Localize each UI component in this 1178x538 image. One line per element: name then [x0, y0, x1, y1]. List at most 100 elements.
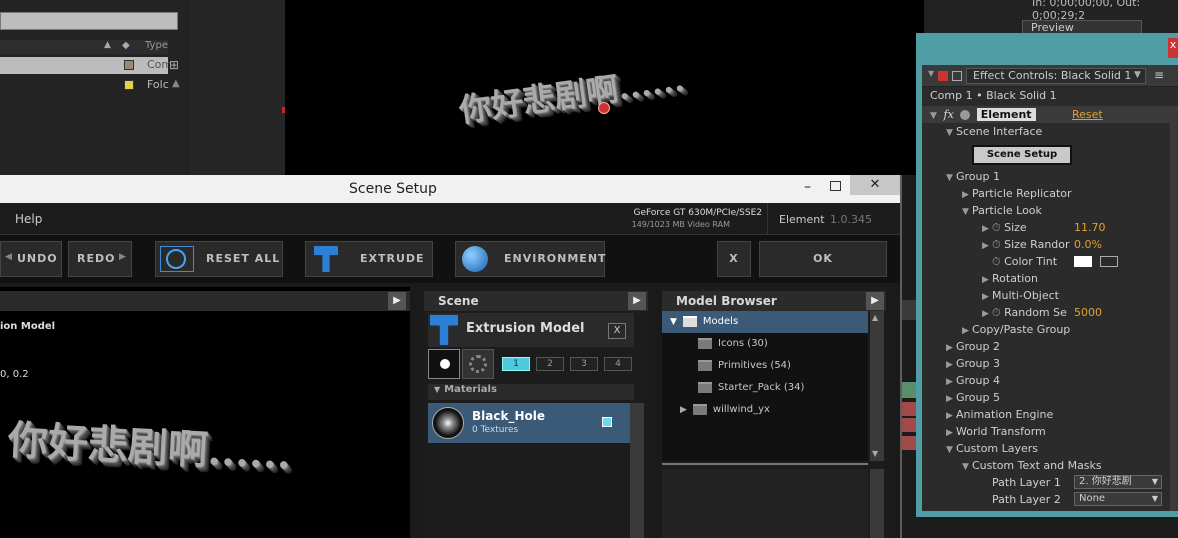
custom-layers-row[interactable]: ▼ Custom Layers — [922, 440, 1178, 457]
thumbnail-scrollbar[interactable] — [870, 469, 884, 538]
model-browser-header: Model Browser ▶ — [662, 291, 886, 311]
group4-row[interactable]: ▶ Group 4 — [922, 372, 1178, 389]
minimize-button[interactable]: – — [804, 179, 811, 195]
animation-engine-row[interactable]: ▶ Animation Engine — [922, 406, 1178, 423]
project-row-comp[interactable]: Com — [0, 57, 172, 74]
tab-effect-controls[interactable]: Effect Controls: Black Solid 1 — [966, 68, 1146, 84]
effect-row-element[interactable]: ▼ fx Element Reset — [922, 106, 1178, 123]
group3-row[interactable]: ▶ Group 3 — [922, 355, 1178, 372]
size-random-value[interactable]: 0.0% — [1074, 236, 1102, 253]
expand-arrow-icon[interactable]: ▶ — [388, 292, 406, 310]
scene-scrollbar[interactable] — [630, 403, 644, 538]
collapse-icon: ▼ — [670, 317, 677, 327]
stopwatch-icon[interactable]: ⏱ — [992, 306, 1001, 319]
size-random-row[interactable]: ▶ ⏱ Size Randor 0.0% — [922, 236, 1178, 253]
stopwatch-icon[interactable]: ⏱ — [992, 221, 1001, 234]
null-anchor-icon[interactable] — [598, 102, 610, 114]
tree-item-models[interactable]: ▼ Models — [662, 311, 868, 333]
path-layer2-select[interactable]: None ▼ — [1074, 492, 1162, 506]
scene-setup-button[interactable]: Scene Setup — [972, 145, 1072, 165]
scroll-up-icon[interactable]: ▲ — [172, 78, 180, 89]
redo-button[interactable]: REDO ▶ — [68, 241, 132, 277]
chevron-down-icon[interactable]: ▼ — [1134, 70, 1141, 80]
project-column-header: ▲ ◆ Type — [0, 40, 168, 54]
material-row-black-hole[interactable]: Black_Hole 0 Textures — [428, 403, 630, 443]
group2-row[interactable]: ▶ Group 2 — [922, 338, 1178, 355]
sort-up-icon[interactable]: ▲ — [104, 40, 111, 50]
copy-paste-group-row[interactable]: ▶ Copy/Paste Group — [922, 321, 1178, 338]
expand-arrow-icon[interactable]: ▶ — [866, 292, 884, 310]
effect-settings-icon[interactable] — [960, 110, 971, 120]
group-tab-1[interactable]: 1 — [502, 357, 530, 371]
group5-row[interactable]: ▶ Group 5 — [922, 389, 1178, 406]
lock-toggle-icon[interactable] — [952, 71, 962, 81]
reset-link[interactable]: Reset — [1072, 106, 1103, 123]
custom-text-masks-row[interactable]: ▼ Custom Text and Masks — [922, 457, 1178, 474]
breadcrumb: Comp 1 • Black Solid 1 — [930, 89, 1057, 102]
extrusion-model-row[interactable]: Extrusion Model X — [428, 313, 634, 347]
close-button[interactable]: ✕ — [850, 175, 900, 195]
cancel-x-button[interactable]: X — [717, 241, 751, 277]
extrude-button[interactable]: EXTRUDE — [305, 241, 433, 277]
label-color-swatch — [124, 60, 134, 70]
multi-object-row[interactable]: ▶ Multi-Object — [922, 287, 1178, 304]
preview-panel[interactable]: ▶ ion Model 0, 0.2 你好悲剧啊...... — [0, 287, 410, 538]
panel-menu-icon[interactable]: ▼ — [928, 69, 934, 78]
model-browser-panel: Model Browser ▶ ▼ Models Icons (30) Primi… — [662, 287, 886, 538]
material-checkbox[interactable] — [602, 417, 612, 427]
random-seed-row[interactable]: ▶ ⏱ Random Se 5000 — [922, 304, 1178, 321]
size-value[interactable]: 11.70 — [1074, 219, 1106, 236]
folder-icon — [698, 381, 712, 393]
lock-icon[interactable] — [938, 71, 948, 81]
particle-look-row[interactable]: ▼ Particle Look — [922, 202, 1178, 219]
preview-header: ▶ — [0, 291, 410, 311]
ok-button[interactable]: OK — [759, 241, 887, 277]
model-tree-scrollbar[interactable]: ▲ ▼ — [870, 311, 884, 461]
random-seed-value[interactable]: 5000 — [1074, 304, 1102, 321]
particle-mode-icon[interactable] — [428, 349, 460, 379]
arrow-right-icon: ▶ — [119, 252, 127, 262]
chevron-down-icon: ▼ — [1151, 494, 1158, 503]
eyedropper-icon[interactable] — [1100, 256, 1118, 267]
splitter[interactable] — [662, 463, 868, 465]
group-tab-2[interactable]: 2 — [536, 357, 564, 371]
panel-options-icon[interactable]: ≡ — [1154, 68, 1164, 82]
timeline-bar-red — [902, 436, 916, 450]
environment-button[interactable]: ENVIRONMENT — [455, 241, 606, 277]
color-swatch[interactable] — [1074, 256, 1092, 267]
size-row[interactable]: ▶ ⏱ Size 11.70 — [922, 219, 1178, 236]
expand-arrow-icon[interactable]: ▶ — [628, 292, 646, 310]
undo-button[interactable]: ◀ UNDO — [0, 241, 62, 277]
tree-item-starter-pack[interactable]: Starter_Pack (34) — [698, 377, 804, 399]
scene-interface-group[interactable]: ▼ Scene Interface — [922, 123, 1178, 140]
anchor-marker — [282, 107, 285, 113]
menu-help[interactable]: Help — [15, 212, 42, 226]
rotation-row[interactable]: ▶ Rotation — [922, 270, 1178, 287]
stopwatch-icon[interactable]: ⏱ — [992, 255, 1001, 268]
maximize-button[interactable] — [830, 181, 841, 191]
materials-header[interactable]: ▼ Materials — [428, 384, 634, 400]
stopwatch-icon[interactable]: ⏱ — [992, 238, 1001, 251]
remove-model-button[interactable]: X — [608, 323, 626, 339]
tree-item-primitives[interactable]: Primitives (54) — [698, 355, 791, 377]
flowchart-icon[interactable]: ⊞ — [169, 58, 179, 72]
tree-item-icons[interactable]: Icons (30) — [698, 333, 768, 355]
ring-mode-icon[interactable] — [462, 349, 494, 379]
tree-item-willwind[interactable]: ▶ willwind_yx — [680, 399, 770, 421]
fx-icon[interactable]: fx — [944, 108, 954, 121]
preview-extruded-text: 你好悲剧啊...... — [6, 416, 293, 479]
ec-scrollbar[interactable] — [1170, 107, 1178, 511]
world-transform-row[interactable]: ▶ World Transform — [922, 423, 1178, 440]
color-tint-row[interactable]: ⏱ Color Tint — [922, 253, 1178, 270]
group-tab-3[interactable]: 3 — [570, 357, 598, 371]
project-search-input[interactable] — [0, 12, 178, 30]
arrow-left-icon: ◀ — [5, 252, 13, 262]
group-tab-4[interactable]: 4 — [604, 357, 632, 371]
group1-row[interactable]: ▼ Group 1 — [922, 168, 1178, 185]
path-layer1-select[interactable]: 2. 你好悲剧 ▼ — [1074, 475, 1162, 489]
close-window-button[interactable]: x — [1168, 38, 1178, 58]
project-row-folder[interactable]: Folc — [0, 77, 169, 94]
tag-icon[interactable]: ◆ — [122, 40, 130, 51]
reset-all-button[interactable]: RESET ALL — [155, 241, 283, 277]
particle-replicator-row[interactable]: ▶ Particle Replicator — [922, 185, 1178, 202]
